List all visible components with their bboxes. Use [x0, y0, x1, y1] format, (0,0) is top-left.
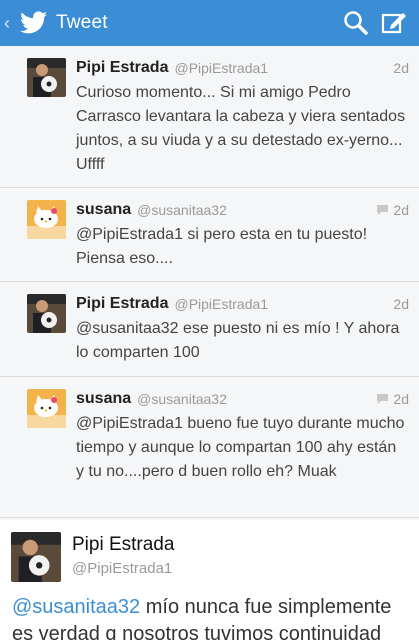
pipi-avatar[interactable] — [11, 532, 61, 582]
twitter-bird-icon[interactable] — [16, 8, 50, 38]
author-name[interactable]: susana — [76, 390, 131, 408]
timestamp: 2d — [393, 60, 409, 76]
focused-author-name[interactable]: Pipi Estrada — [72, 534, 174, 556]
author-handle: @susanitaa32 — [137, 391, 227, 407]
conversation-icon — [377, 205, 389, 215]
timestamp: 2d — [393, 202, 409, 218]
tweet-text: @susanitaa32 ese puesto ni es mío ! Y ah… — [76, 320, 400, 361]
hello-kitty-avatar[interactable] — [27, 389, 66, 428]
action-bar: ‹ Tweet — [0, 0, 419, 46]
tweet-text: Curioso momento... Si mi amigo Pedro Car… — [76, 84, 406, 173]
author-name[interactable]: Pipi Estrada — [76, 59, 168, 77]
author-name[interactable]: Pipi Estrada — [76, 295, 168, 313]
author-handle: @PipiEstrada1 — [174, 296, 269, 312]
tweet-text: @PipiEstrada1 bueno fue tuyo durante muc… — [76, 415, 405, 480]
author-name[interactable]: susana — [76, 201, 131, 219]
page-title: Tweet — [56, 12, 108, 33]
timestamp: 2d — [393, 296, 409, 312]
author-handle: @PipiEstrada1 — [174, 60, 269, 76]
tweet-item[interactable]: Pipi Estrada @PipiEstrada1 2d Curioso mo… — [0, 46, 419, 188]
mention-link[interactable]: @susanitaa32 — [12, 596, 140, 618]
focused-tweet-text: @susanitaa32 mío nunca fue simplemente e… — [12, 594, 417, 640]
focused-author-handle: @PipiEstrada1 — [72, 560, 173, 577]
conversation-list: Pipi Estrada @PipiEstrada1 2d Curioso mo… — [0, 46, 419, 518]
focused-text-line1: mío nunca fue simplemente — [140, 596, 392, 618]
pipi-avatar[interactable] — [27, 294, 66, 333]
tweet-item[interactable]: susana @susanitaa32 2d @PipiEstrada1 si … — [0, 188, 419, 282]
pipi-avatar[interactable] — [27, 58, 66, 97]
tweet-item[interactable]: Pipi Estrada @PipiEstrada1 2d @susanitaa… — [0, 282, 419, 377]
author-handle: @susanitaa32 — [137, 202, 227, 218]
timestamp: 2d — [393, 391, 409, 407]
search-icon[interactable] — [337, 0, 375, 46]
focused-text-line2: es verdad q nosotros tuvimos continuidad — [12, 623, 382, 640]
tweet-text: @PipiEstrada1 si pero esta en tu puesto!… — [76, 226, 368, 267]
back-chevron-icon[interactable]: ‹ — [4, 0, 14, 46]
tweet-item[interactable]: susana @susanitaa32 2d @PipiEstrada1 bue… — [0, 377, 419, 518]
conversation-icon — [377, 394, 389, 404]
focused-tweet: Pipi Estrada @PipiEstrada1 @susanitaa32 … — [0, 520, 419, 640]
compose-icon[interactable] — [375, 0, 413, 46]
hello-kitty-avatar[interactable] — [27, 200, 66, 239]
